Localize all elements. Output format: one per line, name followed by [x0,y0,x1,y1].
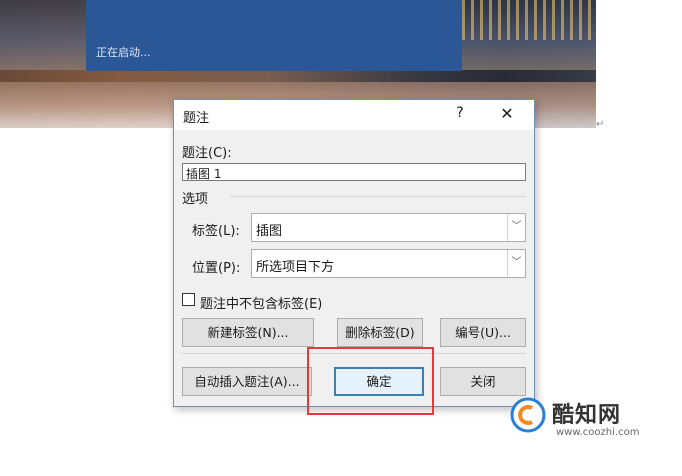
watermark-url: www.coozhi.com [556,427,640,438]
chevron-down-icon[interactable]: ﹀ [507,250,525,277]
exclude-label-checkbox[interactable] [182,293,195,306]
watermark-brand: 酷知网 [552,403,622,428]
close-button[interactable]: 关闭 [440,367,526,396]
caption-input[interactable]: 插图 1 [182,163,526,181]
coozhi-logo-icon [510,397,546,433]
options-divider [230,196,526,197]
close-icon[interactable]: ✕ [496,104,518,123]
position-select[interactable]: 所选项目下方 ﹀ [251,249,526,278]
watermark: 酷知网 www.coozhi.com [510,395,670,445]
dialog-title: 题注 [183,111,210,126]
exclude-label-text: 题注中不包含标签(E) [200,297,323,312]
position-select-value: 所选项目下方 [256,260,335,275]
photo-city-lights [462,0,596,40]
splash-screen: 正在启动... [86,0,462,71]
numbering-button[interactable]: 编号(U)... [440,318,526,347]
annotation-highlight-box [307,347,434,415]
label-select[interactable]: 插图 ﹀ [251,213,526,242]
options-heading: 选项 [182,192,209,207]
label-field-label: 标签(L): [192,224,240,239]
help-button[interactable]: ? [450,105,470,121]
paragraph-mark-icon: ↵ [596,119,605,130]
dialog-titlebar[interactable]: 题注 ? ✕ [174,100,534,130]
chevron-down-icon[interactable]: ﹀ [507,214,525,241]
splash-status: 正在启动... [96,46,151,59]
delete-label-button[interactable]: 删除标签(D) [337,318,423,347]
autocaption-button[interactable]: 自动插入题注(A)... [182,367,312,396]
position-field-label: 位置(P): [192,261,241,276]
label-select-value: 插图 [256,224,283,239]
new-label-button[interactable]: 新建标签(N)... [182,318,314,347]
caption-label: 题注(C): [182,146,232,161]
